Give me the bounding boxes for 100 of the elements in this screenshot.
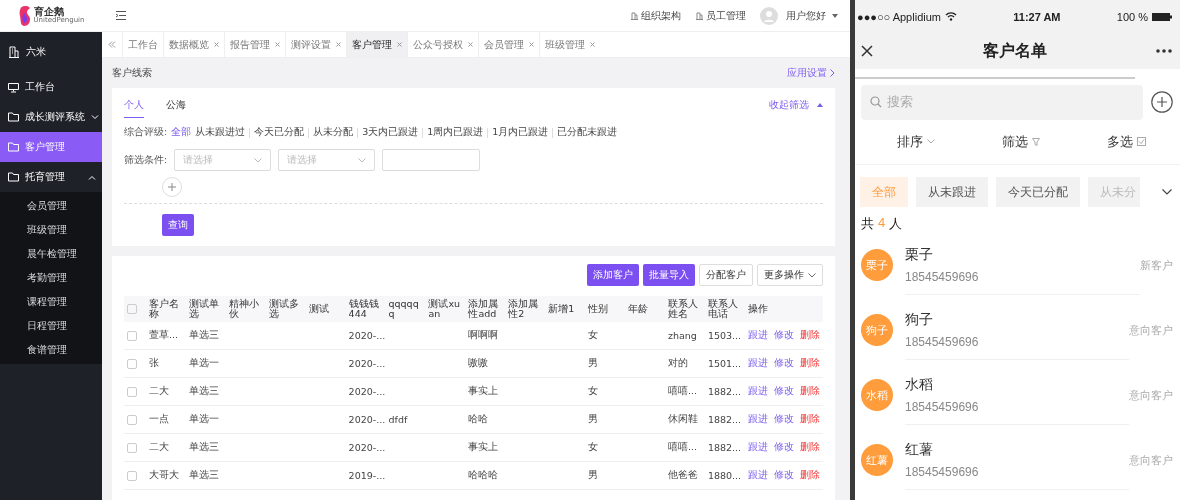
more-icon[interactable] <box>1156 49 1172 53</box>
collapse-filter-link[interactable]: 收起筛选 <box>769 98 809 112</box>
query-button[interactable]: 查询 <box>162 214 194 236</box>
rating-option[interactable]: 1月内已跟进 <box>492 126 549 139</box>
column-header: 客户名称 <box>149 298 179 319</box>
toolbar-button[interactable]: 更多操作 <box>757 264 823 286</box>
sidebar-item[interactable]: 工作台 <box>0 72 102 102</box>
table-cell: 1882... <box>707 414 742 425</box>
page-tab[interactable]: 报告管理 <box>224 32 285 57</box>
wifi-icon <box>945 12 957 21</box>
org-name: 六米 <box>26 45 46 59</box>
column-header: 测试多选 <box>268 298 299 319</box>
checkbox[interactable] <box>127 359 137 370</box>
customer-status: 新客户 <box>1140 257 1173 273</box>
close-icon[interactable] <box>861 45 873 57</box>
row-action-link[interactable]: 跟进 <box>748 329 768 340</box>
add-condition-icon[interactable] <box>162 177 182 197</box>
chevron-right-icon[interactable] <box>830 69 835 77</box>
add-icon[interactable] <box>1151 91 1173 113</box>
header-link[interactable]: 组织架构 <box>641 8 681 23</box>
user-greeting[interactable]: 用户您好 <box>786 8 826 23</box>
caret-icon[interactable] <box>832 13 838 18</box>
checkbox[interactable] <box>127 304 137 315</box>
chevron-down-icon[interactable] <box>1162 188 1172 195</box>
menu-icon[interactable] <box>116 11 126 20</box>
filter-tab[interactable]: 公海 <box>166 92 186 118</box>
page-tab[interactable]: 班级管理 <box>539 32 600 57</box>
rating-option[interactable]: 从未跟进过 <box>195 126 246 139</box>
settings-link[interactable]: 应用设置 <box>787 66 827 80</box>
page-tab[interactable]: 工作台 <box>122 32 163 57</box>
column-header: 精神小伙 <box>228 298 259 319</box>
column-header: 性别 <box>588 303 609 314</box>
checkbox[interactable] <box>127 415 137 426</box>
customer-name[interactable]: 红薯 <box>905 440 1129 459</box>
submenu-item[interactable]: 晨午检管理 <box>0 242 102 266</box>
row-action-link[interactable]: 跟进 <box>748 469 768 480</box>
submenu-item[interactable]: 会员管理 <box>0 194 102 218</box>
checkbox[interactable] <box>127 387 137 398</box>
row-action-link[interactable]: 修改 <box>774 413 794 424</box>
submenu-item[interactable]: 考勤管理 <box>0 266 102 290</box>
toolbar-button[interactable]: 分配客户 <box>699 264 753 286</box>
battery-percent: 100 % <box>1116 10 1148 23</box>
row-action-link[interactable]: 修改 <box>774 385 794 396</box>
page-tab[interactable]: 数据概览 <box>163 32 224 57</box>
sidebar-item[interactable]: 成长测评系统 <box>0 102 102 132</box>
submenu-item[interactable]: 课程管理 <box>0 290 102 314</box>
row-action-link[interactable]: 修改 <box>774 441 794 452</box>
rating-option[interactable]: 3天内已跟进 <box>362 126 419 139</box>
row-action-link[interactable]: 删除 <box>800 329 820 340</box>
header-link[interactable]: 员工管理 <box>706 8 746 23</box>
input-field[interactable] <box>382 149 481 171</box>
row-action-link[interactable]: 修改 <box>774 357 794 368</box>
row-action-link[interactable]: 跟进 <box>748 441 768 452</box>
rating-option[interactable]: 1周内已跟进 <box>427 126 484 139</box>
customer-name[interactable]: 栗子 <box>905 245 1140 264</box>
row-action-link[interactable]: 跟进 <box>748 357 768 368</box>
page-title: 客户名单 <box>982 40 1047 61</box>
double-chevron-left-icon[interactable] <box>108 41 116 48</box>
row-action-link[interactable]: 修改 <box>774 329 794 340</box>
row-action-link[interactable]: 修改 <box>774 469 794 480</box>
row-action-link[interactable]: 跟进 <box>748 385 768 396</box>
column-header: 测试 <box>308 303 329 314</box>
building-icon <box>8 46 20 58</box>
sort-option[interactable]: 筛选 <box>1002 132 1040 151</box>
checkbox[interactable] <box>127 331 137 342</box>
row-action-link[interactable]: 删除 <box>800 469 820 480</box>
table-cell: 女 <box>588 385 599 396</box>
filter-tab[interactable]: 个人 <box>124 92 144 118</box>
submenu-item[interactable]: 食谱管理 <box>0 338 102 362</box>
page-tab[interactable]: 会员管理 <box>478 32 539 57</box>
checkbox[interactable] <box>127 443 137 454</box>
rating-option[interactable]: 全部 <box>171 126 192 139</box>
column-header: 钱钱钱444 <box>348 298 379 319</box>
customer-name[interactable]: 狗子 <box>905 310 1129 329</box>
submenu-item[interactable]: 班级管理 <box>0 218 102 242</box>
sidebar-item[interactable]: 客户管理 <box>0 132 102 162</box>
sort-option[interactable]: 多选 <box>1107 132 1147 151</box>
row-action-link[interactable]: 删除 <box>800 385 820 396</box>
submenu-item[interactable]: 日程管理 <box>0 314 102 338</box>
rating-option[interactable]: 已分配未跟进 <box>557 126 618 139</box>
rating-option[interactable]: 从未分配 <box>313 126 354 139</box>
filter-chip[interactable]: 从未跟进 <box>916 176 988 207</box>
page-tab[interactable]: 客户管理 <box>346 32 407 57</box>
row-action-link[interactable]: 删除 <box>800 413 820 424</box>
row-action-link[interactable]: 跟进 <box>748 413 768 424</box>
column-header: 操作 <box>748 303 768 314</box>
row-action-link[interactable]: 删除 <box>800 357 820 368</box>
toolbar-button[interactable]: 添加客户 <box>587 264 639 286</box>
page-tab[interactable]: 公众号授权 <box>407 32 478 57</box>
caret-up-icon[interactable] <box>817 103 823 107</box>
sort-option[interactable]: 排序 <box>896 132 935 151</box>
toolbar-button[interactable]: 批量导入 <box>643 264 695 286</box>
filter-chip[interactable]: 今天已分配 <box>996 176 1080 207</box>
row-action-link[interactable]: 删除 <box>800 441 820 452</box>
customer-name[interactable]: 水稻 <box>905 375 1129 394</box>
sidebar-item[interactable]: 托育管理 <box>0 162 102 192</box>
rating-option[interactable]: 今天已分配 <box>254 126 305 139</box>
column-header: 新增1 <box>548 303 575 314</box>
checkbox[interactable] <box>127 471 137 482</box>
column-header: qqqqqq <box>388 298 419 319</box>
